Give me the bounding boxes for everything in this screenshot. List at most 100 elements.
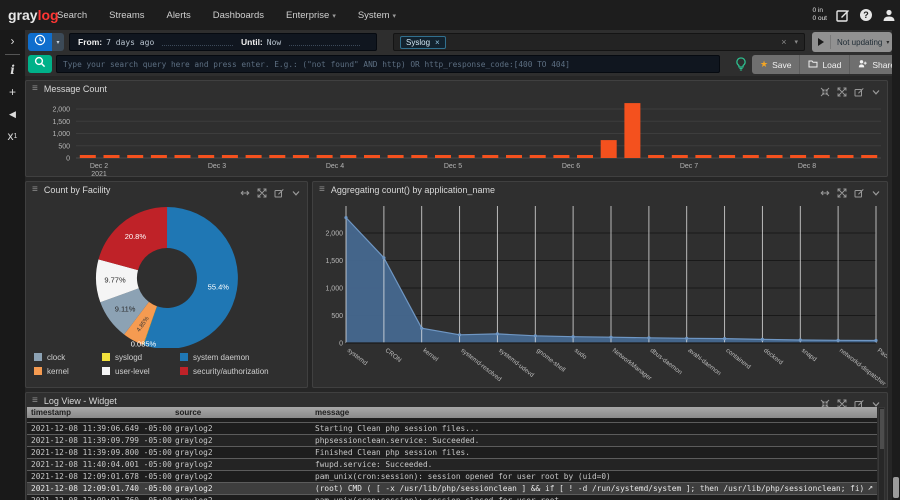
page-scrollbar-thumb[interactable] xyxy=(893,477,899,498)
drag-handle-icon[interactable]: ≡ xyxy=(319,185,325,195)
search-submit-button[interactable] xyxy=(28,55,52,73)
log-row[interactable]: 2021-12-08 11:40:04.001 -05:00 graylog2 … xyxy=(27,459,877,471)
edit-icon[interactable] xyxy=(274,185,284,195)
caret-down-icon[interactable] xyxy=(871,84,881,94)
timerange-bar[interactable]: From: 7 days ago Until: Now xyxy=(69,33,377,51)
save-button[interactable]: ★Save xyxy=(752,55,800,74)
timerange-type-button[interactable] xyxy=(28,33,52,51)
svg-text:NetworkManager: NetworkManager xyxy=(611,347,653,382)
search-query-input[interactable] xyxy=(56,55,720,73)
stream-select[interactable]: Syslog × × ▾ xyxy=(393,33,805,51)
edit-icon[interactable] xyxy=(854,396,864,406)
legend-label: kernel xyxy=(47,367,69,376)
caret-down-icon[interactable] xyxy=(871,396,881,406)
svg-text:containerd: containerd xyxy=(724,347,752,371)
svg-text:sudo: sudo xyxy=(573,347,588,361)
legend-label: system daemon xyxy=(193,353,249,362)
drag-handle-icon[interactable]: ≡ xyxy=(32,396,38,406)
caret-down-icon[interactable] xyxy=(291,185,301,195)
refresh-button[interactable]: Not updating ▾ xyxy=(812,32,892,52)
drag-handle-icon[interactable]: ≡ xyxy=(32,185,38,195)
timerange-caret-button[interactable]: ▾ xyxy=(52,33,64,51)
chip-close-icon[interactable]: × xyxy=(435,38,440,47)
share-icon xyxy=(858,59,868,70)
arrows-expand-icon[interactable] xyxy=(257,185,267,195)
user-icon[interactable] xyxy=(882,8,896,22)
log-row[interactable]: 2021-12-08 12:09:01.740 -05:00 graylog2 … xyxy=(27,483,877,495)
page-scrollbar[interactable] xyxy=(892,30,900,500)
caret-down-icon[interactable] xyxy=(871,185,881,195)
column-header-source[interactable]: source xyxy=(175,408,201,417)
edit-icon[interactable] xyxy=(854,185,864,195)
svg-text:1,000: 1,000 xyxy=(325,286,343,293)
svg-text:PackageKit: PackageKit xyxy=(876,347,887,372)
arrows-h-icon[interactable] xyxy=(240,185,250,195)
edit-icon[interactable] xyxy=(854,84,864,94)
nav-menu: Search Streams Alerts Dashboards Enterprise▾… xyxy=(57,0,396,30)
from-value[interactable]: 7 days ago xyxy=(106,38,154,47)
sidebar-fields-icon[interactable]: x1 xyxy=(0,125,25,147)
star-icon: ★ xyxy=(760,59,768,70)
svg-text:snapd: snapd xyxy=(800,347,818,363)
arrows-expand-icon[interactable] xyxy=(837,84,847,94)
table-scrollbar[interactable] xyxy=(878,407,885,500)
column-header-timestamp[interactable]: timestamp xyxy=(31,408,71,417)
select-clear-icon[interactable]: × xyxy=(781,37,786,47)
load-button[interactable]: Load xyxy=(800,55,850,74)
throughput-counter: 0 in 0 out xyxy=(813,7,827,23)
arrows-expand-icon[interactable] xyxy=(837,396,847,406)
sidebar-expand-chevron-icon[interactable]: › xyxy=(0,30,25,52)
table-scrollbar-thumb[interactable] xyxy=(880,409,884,449)
select-caret-icon[interactable]: ▾ xyxy=(794,38,798,46)
legend-item-system-daemon[interactable]: system daemon xyxy=(180,350,269,364)
log-row[interactable]: 2021-12-08 11:39:06.649 -05:00 graylog2 … xyxy=(27,423,877,435)
nav-item-system[interactable]: System▾ xyxy=(358,10,396,21)
cell-source: graylog2 xyxy=(175,496,213,500)
refresh-caret-icon: ▾ xyxy=(886,39,889,46)
svg-text:Dec 6: Dec 6 xyxy=(562,163,580,170)
log-row[interactable]: 2021-12-08 12:09:01.678 -05:00 graylog2 … xyxy=(27,471,877,483)
application-name-area-chart: 5001,0001,5002,0000systemdCRONkernelsyst… xyxy=(313,196,887,387)
sidebar-info-icon[interactable]: i xyxy=(0,59,25,81)
log-row[interactable]: 2021-12-08 11:39:09.800 -05:00 graylog2 … xyxy=(27,447,877,459)
svg-text:Dec 3: Dec 3 xyxy=(208,163,226,170)
drag-handle-icon[interactable]: ≡ xyxy=(32,84,38,94)
edit-icon[interactable] xyxy=(836,8,850,22)
legend-swatch xyxy=(102,367,110,375)
stream-chip-syslog[interactable]: Syslog × xyxy=(400,36,446,49)
search-icon xyxy=(34,55,46,73)
expand-row-icon[interactable]: ↗ xyxy=(868,483,873,493)
nav-item-dashboards[interactable]: Dashboards xyxy=(213,10,264,21)
svg-text:Dec 7: Dec 7 xyxy=(680,163,698,170)
refresh-separator xyxy=(830,35,831,49)
svg-text:1,500: 1,500 xyxy=(325,258,343,265)
sidebar-add-icon[interactable]: + xyxy=(0,81,25,103)
legend-item-syslogd[interactable]: syslogd xyxy=(102,350,180,364)
column-header-message[interactable]: message xyxy=(315,408,863,417)
arrows-expand-icon[interactable] xyxy=(837,185,847,195)
widget-message-count: ≡ Message Count 05001,0001,5002,000Dec 2… xyxy=(25,80,888,177)
nav-item-search[interactable]: Search xyxy=(57,10,87,21)
svg-text:9.77%: 9.77% xyxy=(104,276,126,285)
nav-item-streams[interactable]: Streams xyxy=(109,10,144,21)
legend-item-kernel[interactable]: kernel xyxy=(34,364,102,378)
legend-label: syslogd xyxy=(115,353,142,362)
nav-item-enterprise[interactable]: Enterprise▾ xyxy=(286,10,336,21)
arrows-in-icon[interactable] xyxy=(820,396,830,406)
arrows-in-icon[interactable] xyxy=(820,84,830,94)
legend-item-user-level[interactable]: user-level xyxy=(102,364,180,378)
log-row[interactable]: 2021-12-08 12:09:01.760 -05:00 graylog2 … xyxy=(27,495,877,500)
cell-source: graylog2 xyxy=(175,460,213,469)
help-icon[interactable]: ? xyxy=(859,8,873,22)
log-row[interactable]: 2021-12-08 11:39:09.799 -05:00 graylog2 … xyxy=(27,435,877,447)
legend-item-clock[interactable]: clock xyxy=(34,350,102,364)
legend-swatch xyxy=(180,353,188,361)
legend-item-security-authorization[interactable]: security/authorization xyxy=(180,364,269,378)
until-value[interactable]: Now xyxy=(267,38,281,47)
nav-item-alerts[interactable]: Alerts xyxy=(166,10,190,21)
svg-text:Dec 4: Dec 4 xyxy=(326,163,344,170)
sidebar-highlight-icon[interactable]: ◀ xyxy=(0,103,25,125)
graylog-logo[interactable]: graylog xyxy=(8,7,59,23)
arrows-h-icon[interactable] xyxy=(820,185,830,195)
lightbulb-icon[interactable] xyxy=(735,57,747,71)
